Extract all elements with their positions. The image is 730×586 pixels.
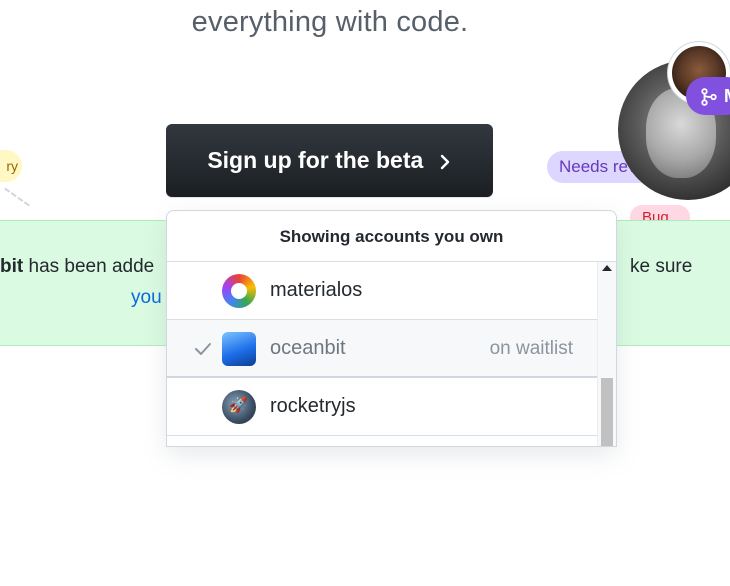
banner-message-continued: ke sure: [630, 256, 693, 277]
connector-line: [4, 187, 30, 207]
dropdown-scrollbar[interactable]: [597, 262, 616, 446]
scroll-up-arrow-icon[interactable]: [602, 265, 612, 271]
merge-badge-text: M: [724, 86, 730, 106]
materialos-org-icon: [222, 274, 256, 308]
check-icon: [195, 343, 211, 355]
account-name: materialos: [270, 279, 363, 301]
signup-beta-label: Sign up for the beta: [207, 147, 424, 173]
account-item-oceanbit[interactable]: oceanbit on waitlist: [167, 320, 597, 378]
hero-subtitle: everything with code.: [191, 6, 469, 38]
banner-message-text: has been adde: [23, 256, 155, 277]
account-list[interactable]: materialos oceanbit on waitlist rocketry…: [167, 262, 597, 446]
merge-badge: M: [686, 77, 730, 115]
waitlist-status: on waitlist: [489, 338, 573, 359]
account-item-materialos[interactable]: materialos: [167, 262, 597, 320]
account-name: oceanbit: [270, 337, 346, 359]
label-pill-yellow: ry: [0, 150, 22, 182]
banner-link[interactable]: you: [131, 287, 162, 309]
signup-beta-button[interactable]: Sign up for the beta: [166, 124, 493, 197]
chevron-right-icon: [440, 154, 449, 170]
account-item-partial[interactable]: [167, 436, 597, 446]
rocketryjs-org-icon: [222, 390, 256, 424]
account-item-rocketryjs[interactable]: rocketryjs: [167, 378, 597, 436]
account-name: rocketryjs: [270, 395, 356, 417]
git-merge-icon: [701, 88, 717, 107]
banner-message: bit has been adde: [0, 256, 154, 278]
account-selector-dropdown[interactable]: Showing accounts you own materialos ocea…: [166, 210, 617, 447]
scrollbar-thumb[interactable]: [601, 378, 613, 446]
banner-org-name: bit: [0, 256, 24, 277]
oceanbit-org-icon: [222, 332, 256, 366]
dropdown-header: Showing accounts you own: [167, 211, 616, 262]
